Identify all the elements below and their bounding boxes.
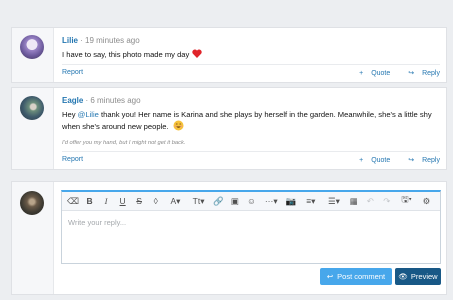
underline-icon[interactable]: U bbox=[116, 194, 130, 208]
eraser-icon[interactable]: ⌫ bbox=[66, 194, 80, 208]
italic-icon[interactable]: I bbox=[99, 194, 113, 208]
list-icon[interactable]: ☰▾ bbox=[324, 194, 345, 208]
post-footer: Report + Quote ↪ Reply bbox=[62, 151, 440, 164]
post-footer: Report + Quote ↪ Reply bbox=[62, 64, 440, 77]
image-icon[interactable]: ▣ bbox=[228, 194, 242, 208]
post-message: thank you! Her name is Karina and she pl… bbox=[62, 110, 432, 131]
composer-avatar-column bbox=[12, 182, 54, 294]
heart-icon bbox=[192, 49, 203, 58]
post-avatar-column bbox=[12, 28, 54, 82]
reply-button[interactable]: ↪ Reply bbox=[400, 70, 440, 77]
smile-emoji-icon bbox=[173, 120, 184, 131]
quote-button[interactable]: + Quote bbox=[351, 157, 390, 164]
post-avatar-column bbox=[12, 88, 54, 169]
redo-icon[interactable]: ↷ bbox=[380, 194, 394, 208]
reply-icon: ↪ bbox=[408, 157, 415, 164]
post-time[interactable]: 19 minutes ago bbox=[85, 36, 140, 45]
camera-icon[interactable]: 📷 bbox=[284, 194, 298, 208]
preview-button[interactable]: 👁 Preview bbox=[395, 268, 441, 285]
reply-icon: ↪ bbox=[408, 70, 415, 77]
report-link[interactable]: Report bbox=[62, 69, 83, 76]
post-author[interactable]: Eagle bbox=[62, 96, 83, 105]
drafts-icon[interactable]: 🖫▾ bbox=[396, 194, 417, 208]
reply-button[interactable]: ↪ Reply bbox=[400, 157, 440, 164]
report-link[interactable]: Report bbox=[62, 156, 83, 163]
post-message: I have to say, this photo made my day bbox=[62, 50, 190, 59]
link-icon[interactable]: 🔗 bbox=[211, 194, 225, 208]
mention-link[interactable]: @Lilie bbox=[78, 110, 99, 119]
post-message-prefix: Hey bbox=[62, 110, 76, 119]
quote-button[interactable]: + Quote bbox=[351, 70, 390, 77]
table-icon[interactable]: ▦ bbox=[347, 194, 361, 208]
plus-icon: + bbox=[359, 70, 364, 77]
font-size-icon[interactable]: Tt▾ bbox=[188, 194, 209, 208]
reply-editor: ⌫ B I U S ◊ A▾ Tt▾ 🔗 ▣ ☺ ···▾ 📷 ≡▾ ☰▾ ▦ … bbox=[61, 190, 441, 264]
more-icon[interactable]: ···▾ bbox=[261, 194, 282, 208]
post-comment-button[interactable]: ↩ Post comment bbox=[320, 268, 392, 285]
strikethrough-icon[interactable]: S bbox=[132, 194, 146, 208]
plus-icon: + bbox=[359, 157, 364, 164]
settings-icon[interactable]: ⚙ bbox=[419, 194, 433, 208]
reply-placeholder: Write your reply... bbox=[68, 218, 127, 227]
editor-toolbar: ⌫ B I U S ◊ A▾ Tt▾ 🔗 ▣ ☺ ···▾ 📷 ≡▾ ☰▾ ▦ … bbox=[62, 192, 440, 211]
avatar bbox=[20, 191, 44, 215]
avatar[interactable] bbox=[20, 35, 44, 59]
reply-icon: ↩ bbox=[326, 272, 334, 281]
align-icon[interactable]: ≡▾ bbox=[301, 194, 322, 208]
post-time[interactable]: 6 minutes ago bbox=[90, 96, 140, 105]
font-family-icon[interactable]: A▾ bbox=[165, 194, 186, 208]
signature: I'd offer you my hand, but I might not g… bbox=[62, 140, 186, 146]
eye-icon: 👁 bbox=[398, 272, 408, 281]
post-card-lilie: Lilie · 19 minutes ago I have to say, th… bbox=[11, 27, 447, 83]
bold-icon[interactable]: B bbox=[83, 194, 97, 208]
undo-icon[interactable]: ↶ bbox=[363, 194, 377, 208]
post-author[interactable]: Lilie bbox=[62, 36, 78, 45]
post-card-eagle: Eagle · 6 minutes ago Hey @Lilie thank y… bbox=[11, 87, 447, 170]
text-color-icon[interactable]: ◊ bbox=[149, 194, 163, 208]
avatar[interactable] bbox=[20, 96, 44, 120]
emoji-icon[interactable]: ☺ bbox=[244, 194, 258, 208]
reply-textarea[interactable]: Write your reply... bbox=[62, 211, 440, 234]
